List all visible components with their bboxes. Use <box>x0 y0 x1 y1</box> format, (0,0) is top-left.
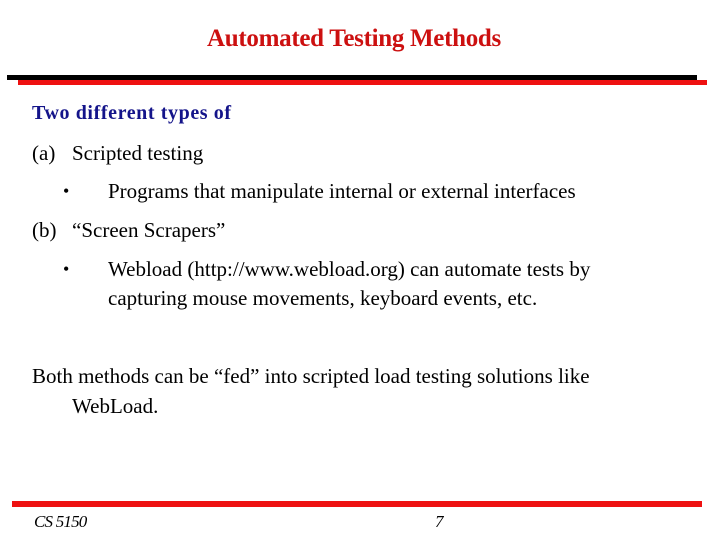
item-text-a: Scripted testing <box>72 141 204 165</box>
bullet-icon: • <box>63 259 70 279</box>
item-label-b: (b) <box>32 218 57 242</box>
bullet-text: Programs that manipulate internal or ext… <box>108 179 576 203</box>
footer-course: CS 5150 <box>34 512 87 531</box>
item-label-a: (a) <box>32 141 56 165</box>
conclusion-line-1: Both methods can be “fed” into scripted … <box>32 364 590 388</box>
section-heading: Two different types of <box>32 102 232 124</box>
title-divider-red <box>18 80 707 85</box>
page-number: 7 <box>435 512 443 531</box>
bullet-icon: • <box>63 181 70 201</box>
slide-title: Automated Testing Methods <box>207 25 501 52</box>
item-text-b: “Screen Scrapers” <box>72 218 226 242</box>
footer-divider <box>12 501 702 507</box>
conclusion-line-2: WebLoad. <box>72 394 159 418</box>
bullet-text-line-1: Webload (http://www.webload.org) can aut… <box>108 257 591 281</box>
bullet-text-line-2: capturing mouse movements, keyboard even… <box>108 286 538 310</box>
